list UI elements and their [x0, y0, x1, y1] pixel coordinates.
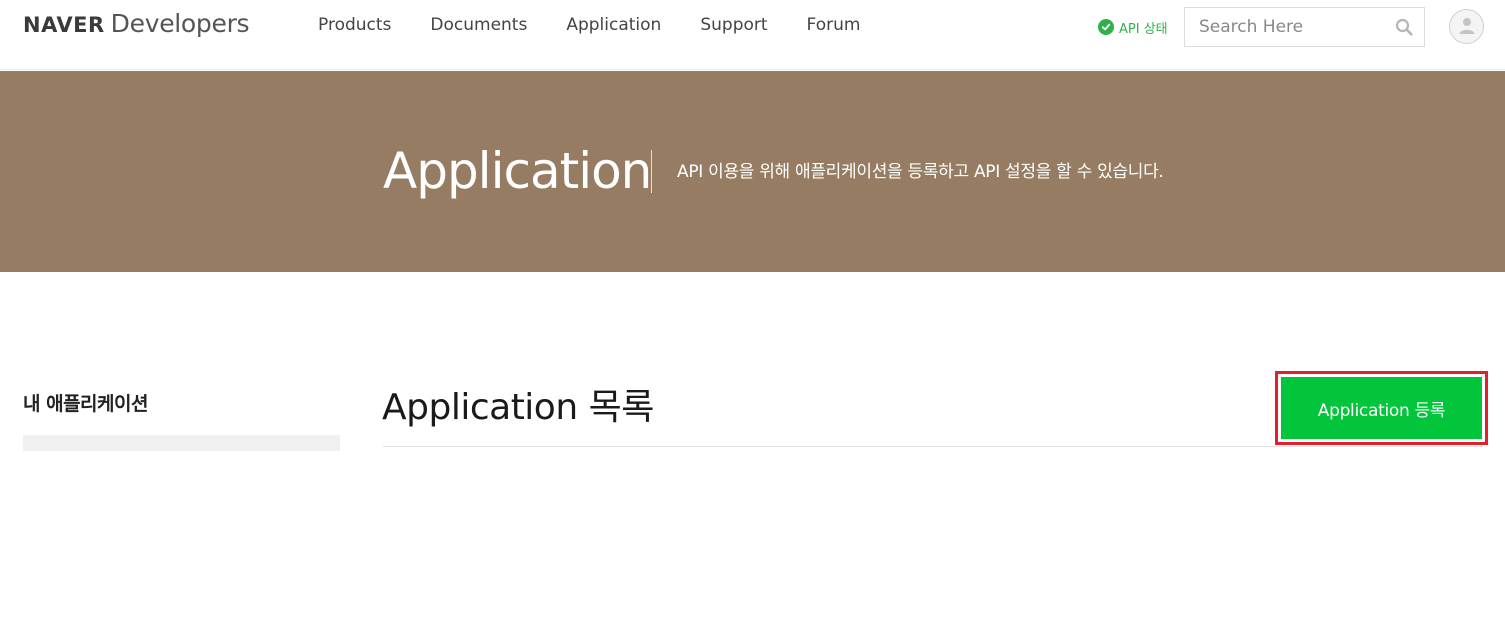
user-icon — [1457, 15, 1477, 39]
banner-description: API 이용을 위해 애플리케이션을 등록하고 API 설정을 할 수 있습니다… — [677, 162, 1164, 182]
page-title: Application 목록 — [382, 387, 654, 428]
nav-item-products[interactable]: Products — [318, 15, 391, 35]
banner-divider — [651, 150, 652, 193]
sidebar-title: 내 애플리케이션 — [23, 393, 148, 415]
sidebar-empty-list — [23, 435, 340, 451]
register-application-button[interactable]: Application 등록 — [1281, 377, 1482, 439]
api-status-label: API 상태 — [1119, 21, 1168, 37]
user-avatar[interactable] — [1449, 9, 1484, 44]
naver-developers-logo[interactable]: NAVER Developers — [23, 9, 250, 43]
banner-title: Application — [383, 142, 652, 200]
search-input[interactable] — [1185, 8, 1385, 46]
api-status-link[interactable]: API 상태 — [1098, 17, 1168, 37]
top-header: NAVER Developers Products Documents Appl… — [0, 0, 1505, 70]
check-circle-icon — [1098, 19, 1114, 35]
logo-brand: NAVER — [23, 13, 105, 37]
search-icon[interactable] — [1395, 18, 1413, 36]
nav-item-support[interactable]: Support — [700, 15, 767, 35]
logo-suffix: Developers — [110, 9, 250, 38]
main-nav: Products Documents Application Support F… — [318, 0, 860, 50]
page-banner: Application API 이용을 위해 애플리케이션을 등록하고 API … — [0, 71, 1505, 272]
search-box — [1184, 7, 1425, 47]
nav-item-documents[interactable]: Documents — [430, 15, 527, 35]
nav-item-application[interactable]: Application — [566, 15, 661, 35]
title-divider — [383, 446, 1483, 447]
nav-item-forum[interactable]: Forum — [807, 15, 861, 35]
